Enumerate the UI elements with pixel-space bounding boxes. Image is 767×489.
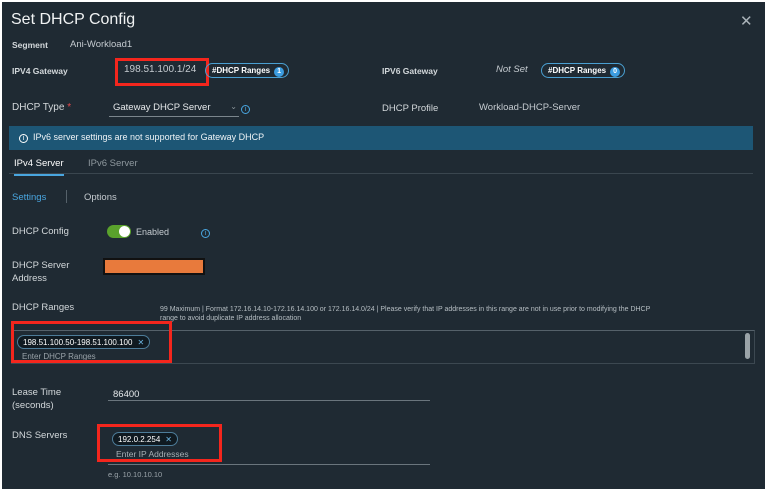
highlight-box	[97, 424, 222, 462]
server-address-redacted	[103, 258, 205, 275]
tab-ipv6-server[interactable]: IPv6 Server	[88, 158, 138, 169]
dhcp-config-label: DHCP Config	[12, 226, 69, 237]
close-icon[interactable]: ✕	[740, 12, 753, 30]
info-icon[interactable]: i	[201, 229, 210, 238]
ipv6-gateway-label: IPV6 Gateway	[382, 66, 438, 76]
dns-servers-label: DNS Servers	[12, 430, 68, 441]
dns-example: e.g. 10.10.10.10	[108, 470, 163, 479]
ipv6-dhcp-ranges-badge[interactable]: #DHCP Ranges 0	[541, 63, 626, 78]
highlight-box	[115, 58, 209, 86]
highlight-box	[11, 321, 172, 363]
badge-label: #DHCP Ranges	[212, 66, 271, 75]
subtab-settings[interactable]: Settings	[12, 192, 46, 203]
lease-time-label: Lease Time (seconds)	[12, 387, 62, 411]
dhcp-type-label: DHCP Type *	[12, 102, 72, 113]
divider	[66, 190, 67, 203]
dhcp-profile-label: DHCP Profile	[382, 103, 439, 114]
ipv6-gateway-value: Not Set	[496, 64, 528, 75]
dhcp-profile-value: Workload-DHCP-Server	[479, 102, 581, 113]
server-address-label: DHCP Server Address	[12, 260, 70, 284]
subtab-options[interactable]: Options	[84, 192, 117, 203]
scrollbar[interactable]	[745, 333, 750, 359]
ipv4-gateway-label: IPV4 Gateway	[12, 66, 68, 76]
dhcp-type-select[interactable]: Gateway DHCP Server ⌄	[109, 102, 239, 117]
dhcp-ranges-label: DHCP Ranges	[12, 302, 75, 313]
chevron-down-icon: ⌄	[230, 102, 237, 111]
lease-time-underline	[108, 400, 430, 401]
info-icon: i	[19, 134, 28, 143]
info-icon[interactable]: i	[241, 105, 250, 114]
badge-count: 1	[274, 67, 285, 77]
badge-count: 0	[610, 67, 621, 77]
dhcp-config-toggle[interactable]	[107, 225, 131, 238]
dhcp-config-state: Enabled	[136, 227, 170, 237]
segment-value: Ani-Workload1	[70, 39, 133, 50]
lease-time-input[interactable]: 86400	[113, 389, 139, 400]
dialog-title: Set DHCP Config	[11, 11, 136, 28]
tab-ipv4-server[interactable]: IPv4 Server	[14, 158, 64, 176]
info-banner: i IPv6 server settings are not supported …	[9, 126, 753, 150]
set-dhcp-config-dialog: Set DHCP Config ✕ Segment Ani-Workload1 …	[2, 2, 765, 489]
dns-servers-underline	[108, 464, 430, 465]
dhcp-ranges-hint: 99 Maximum | Format 172.16.14.10-172.16.…	[160, 306, 651, 322]
ipv4-dhcp-ranges-badge[interactable]: #DHCP Ranges 1	[205, 63, 290, 78]
badge-label: #DHCP Ranges	[548, 66, 607, 75]
segment-label: Segment	[12, 40, 48, 50]
